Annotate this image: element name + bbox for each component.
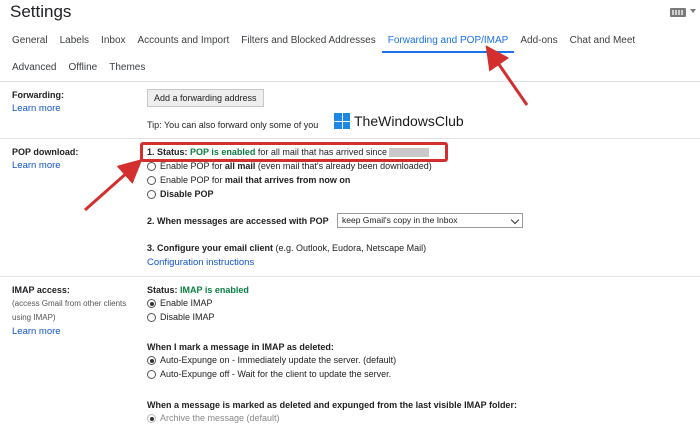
arrow-to-pop-status	[84, 159, 143, 212]
annotation-arrows	[84, 45, 529, 212]
arrow-to-pop-tab	[485, 45, 529, 106]
